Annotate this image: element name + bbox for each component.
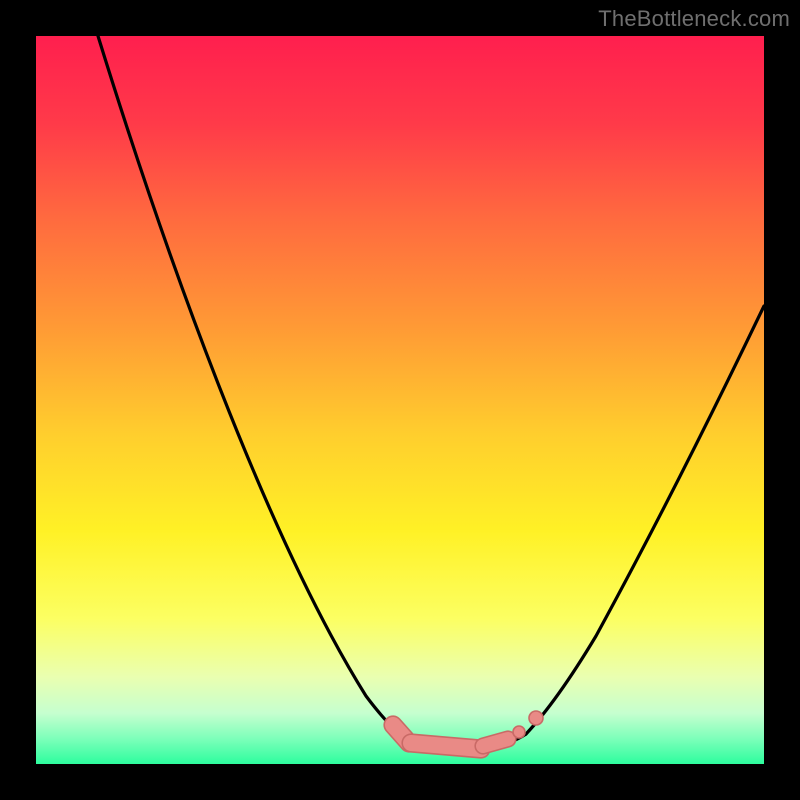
outer-frame: TheBottleneck.com (0, 0, 800, 800)
highlight-capsule (483, 739, 508, 746)
watermark-text: TheBottleneck.com (598, 6, 790, 32)
highlight-dot (529, 711, 543, 725)
curve-right-branch (526, 306, 764, 734)
highlight-markers (393, 711, 543, 749)
plot-area (36, 36, 764, 764)
curve-layer (36, 36, 764, 764)
highlight-capsule (411, 743, 481, 749)
highlight-dot (513, 726, 525, 738)
curve-left-branch (98, 36, 400, 734)
